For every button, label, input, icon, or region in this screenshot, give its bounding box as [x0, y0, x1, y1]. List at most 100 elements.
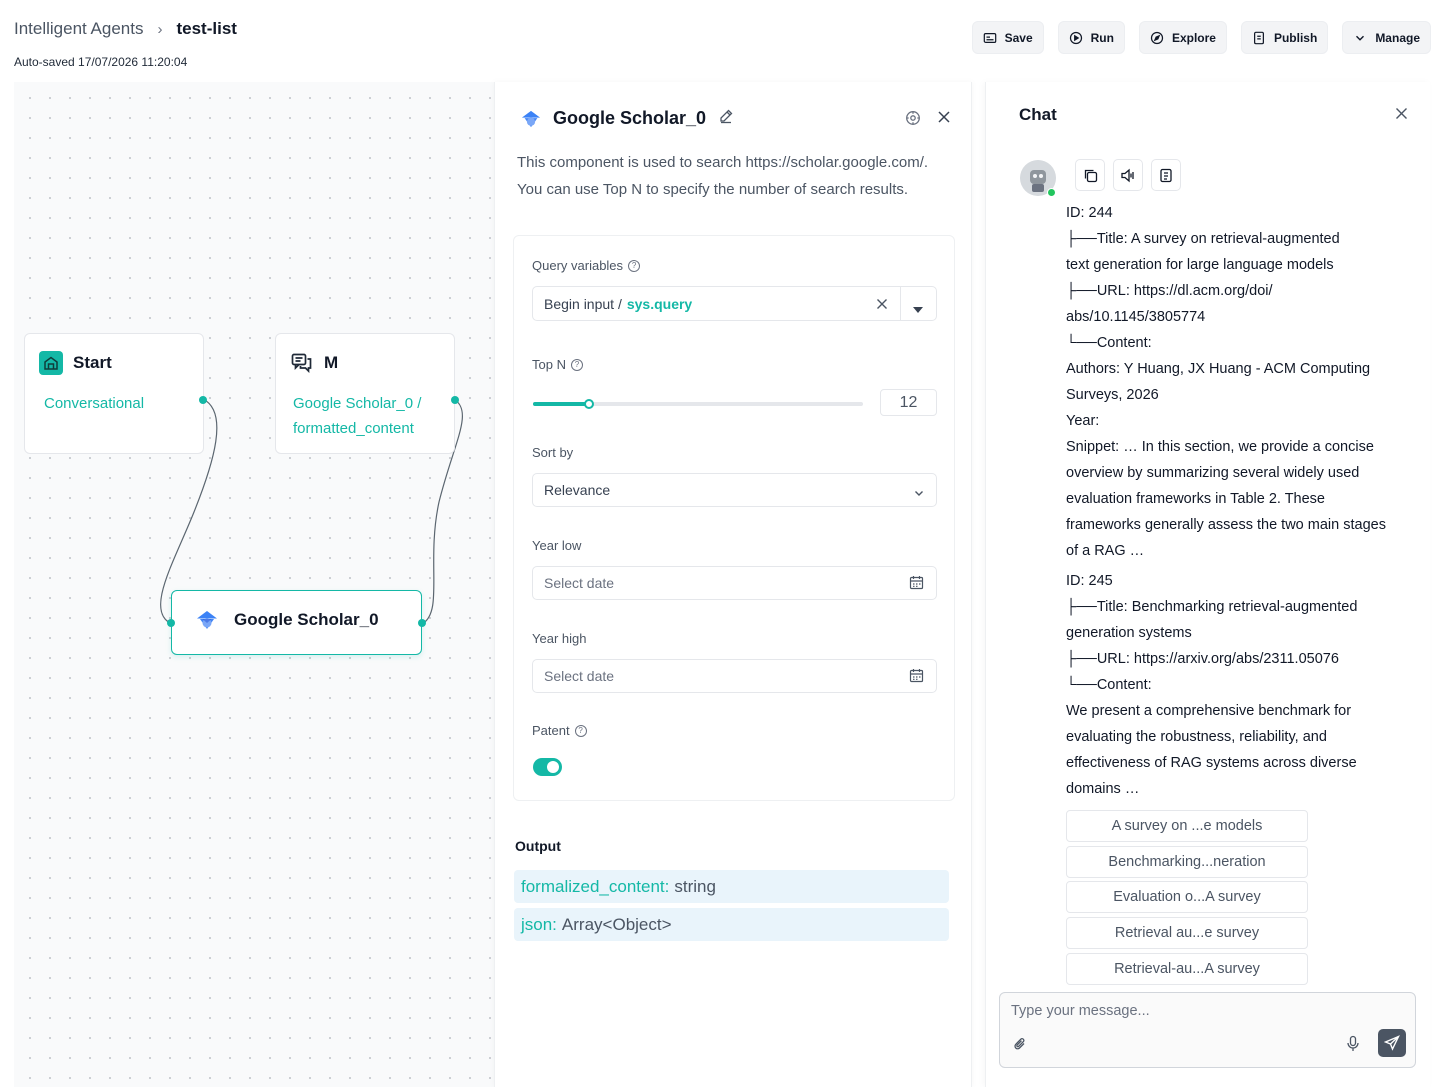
save-label: Save — [1004, 30, 1033, 45]
message-line: Year: — [1066, 413, 1100, 429]
reference-chip[interactable]: Retrieval au...e survey — [1066, 917, 1308, 950]
chat-panel: Chat ID: 244 ├──Title: A survey on retrie… — [985, 82, 1430, 1087]
reference-chip[interactable]: Benchmarking...neration — [1066, 845, 1308, 878]
query-variables-select[interactable]: Begin input / sys.query — [532, 286, 937, 321]
message-line: └──Content: — [1066, 335, 1152, 351]
message-line: Surveys, 2026 — [1066, 387, 1159, 403]
scholar-input-port[interactable] — [167, 619, 175, 627]
message-node[interactable]: M Google Scholar_0 / formatted_content — [275, 333, 459, 454]
year-high-datepicker[interactable]: Select date — [532, 659, 937, 693]
scholar-node-title: Google Scholar_0 — [234, 610, 379, 629]
play-circle-icon — [1069, 31, 1082, 44]
assistant-message: ID: 244 ├──Title: A survey on retrieval-a… — [1066, 200, 1411, 802]
clear-icon[interactable] — [876, 297, 888, 313]
chevron-down-icon — [1356, 35, 1365, 41]
message-input[interactable]: Type your message... — [1011, 1003, 1150, 1019]
reference-chip[interactable]: Evaluation o...A survey — [1066, 881, 1308, 914]
speaker-icon — [1121, 168, 1134, 182]
message-line: effectiveness of RAG systems across dive… — [1066, 755, 1357, 771]
message-node-title: M — [324, 353, 339, 372]
top-n-slider-handle[interactable] — [584, 399, 595, 409]
sort-by-value: Relevance — [544, 482, 611, 498]
graduation-cap-icon — [196, 609, 218, 631]
panel-header: Google Scholar_0 — [521, 108, 734, 129]
help-icon[interactable]: ? — [628, 259, 641, 272]
year-high-label: Year high — [532, 631, 587, 646]
query-variables-label: Query variables? — [532, 258, 641, 273]
copy-button[interactable] — [1075, 159, 1105, 191]
save-icon — [983, 32, 996, 43]
help-icon[interactable]: ? — [574, 724, 587, 737]
start-node-subtitle: Conversational — [44, 395, 145, 412]
add-circle-icon[interactable] — [905, 110, 921, 131]
top-n-slider-fill — [533, 402, 590, 406]
message-output-port[interactable] — [451, 396, 459, 404]
notes-button[interactable] — [1151, 159, 1181, 191]
dropdown-caret-icon[interactable] — [913, 300, 923, 316]
reference-chip[interactable]: A survey on ...e models — [1066, 810, 1308, 842]
message-line: ID: 245 — [1066, 573, 1113, 589]
reference-chip[interactable]: Retrieval-au...A survey — [1066, 952, 1308, 985]
run-button[interactable]: Run — [1057, 21, 1125, 54]
top-n-slider[interactable] — [533, 399, 863, 409]
message-line: We present a comprehensive benchmark for — [1066, 703, 1352, 719]
google-scholar-node[interactable]: Google Scholar_0 — [167, 590, 426, 655]
explore-button[interactable]: Explore — [1138, 21, 1227, 54]
message-line: evaluating the robustness, reliability, … — [1066, 729, 1327, 745]
year-low-datepicker[interactable]: Select date — [532, 566, 937, 600]
help-icon[interactable]: ? — [570, 358, 583, 371]
manage-button[interactable]: Manage — [1342, 21, 1431, 54]
run-label: Run — [1090, 30, 1114, 45]
header: Intelligent Agents › test-list Auto-save… — [0, 0, 1447, 80]
app-root: Intelligent Agents › test-list Auto-save… — [0, 0, 1447, 1087]
start-node-title: Start — [73, 353, 112, 372]
patent-label: Patent? — [532, 723, 587, 738]
microphone-icon[interactable] — [1346, 1035, 1360, 1057]
flow-canvas[interactable]: Start Conversational M Google Scholar_0 … — [14, 82, 494, 1087]
explore-label: Explore — [1171, 30, 1216, 45]
top-n-label: Top N? — [532, 357, 583, 372]
compass-icon — [1150, 31, 1164, 44]
document-icon — [1253, 31, 1264, 44]
year-high-placeholder: Select date — [544, 668, 615, 684]
message-composer[interactable]: Type your message... — [999, 992, 1416, 1068]
panel-title: Google Scholar_0 — [553, 108, 707, 128]
year-low-label: Year low — [532, 538, 582, 553]
year-low-placeholder: Select date — [544, 575, 615, 591]
message-line: Authors: Y Huang, JX Huang - ACM Computi… — [1066, 361, 1371, 377]
start-node[interactable]: Start Conversational — [24, 333, 207, 454]
message-line: ├──Title: Benchmarking retrieval-augment… — [1066, 599, 1358, 615]
save-button[interactable]: Save — [971, 21, 1044, 54]
calendar-icon — [909, 668, 924, 686]
message-line: ├──Title: A survey on retrieval-augmente… — [1066, 231, 1340, 247]
publish-button[interactable]: Publish — [1240, 21, 1329, 54]
message-line: domains … — [1066, 781, 1140, 797]
manage-label: Manage — [1375, 30, 1420, 45]
message-node-ref-line2: formatted_content — [293, 420, 414, 437]
paperclip-icon[interactable] — [1013, 1036, 1027, 1057]
breadcrumb-parent-link[interactable]: Intelligent Agents — [14, 19, 143, 39]
read-aloud-button[interactable] — [1113, 159, 1143, 191]
message-node-ref-line1: Google Scholar_0 / — [293, 395, 422, 412]
component-description: This component is used to search https:/… — [517, 154, 929, 198]
query-source: Begin input / — [544, 295, 622, 312]
patent-toggle[interactable] — [533, 758, 562, 776]
message-line: frameworks generally assess the two main… — [1066, 517, 1386, 533]
toolbar: Save Run Explore Publish Manage — [971, 21, 1431, 54]
output-title: Output — [515, 838, 561, 854]
top-n-input[interactable]: 12 — [880, 389, 937, 416]
message-line: evaluation frameworks in Table 2. These — [1066, 491, 1325, 507]
edit-pencil-icon[interactable] — [718, 108, 734, 129]
query-variable: sys.query — [626, 295, 693, 312]
scholar-output-port[interactable] — [418, 619, 426, 627]
notes-icon — [1160, 168, 1172, 182]
panel-actions — [905, 110, 951, 131]
send-button[interactable] — [1378, 1029, 1406, 1057]
start-output-port[interactable] — [199, 396, 207, 404]
close-icon[interactable] — [1395, 107, 1408, 125]
output-row: json: Array<Object> — [514, 908, 949, 941]
output-key: json: — [521, 914, 557, 934]
output-key: formalized_content: — [521, 876, 670, 896]
close-icon[interactable] — [937, 110, 951, 131]
sort-by-select[interactable]: Relevance — [532, 473, 937, 507]
